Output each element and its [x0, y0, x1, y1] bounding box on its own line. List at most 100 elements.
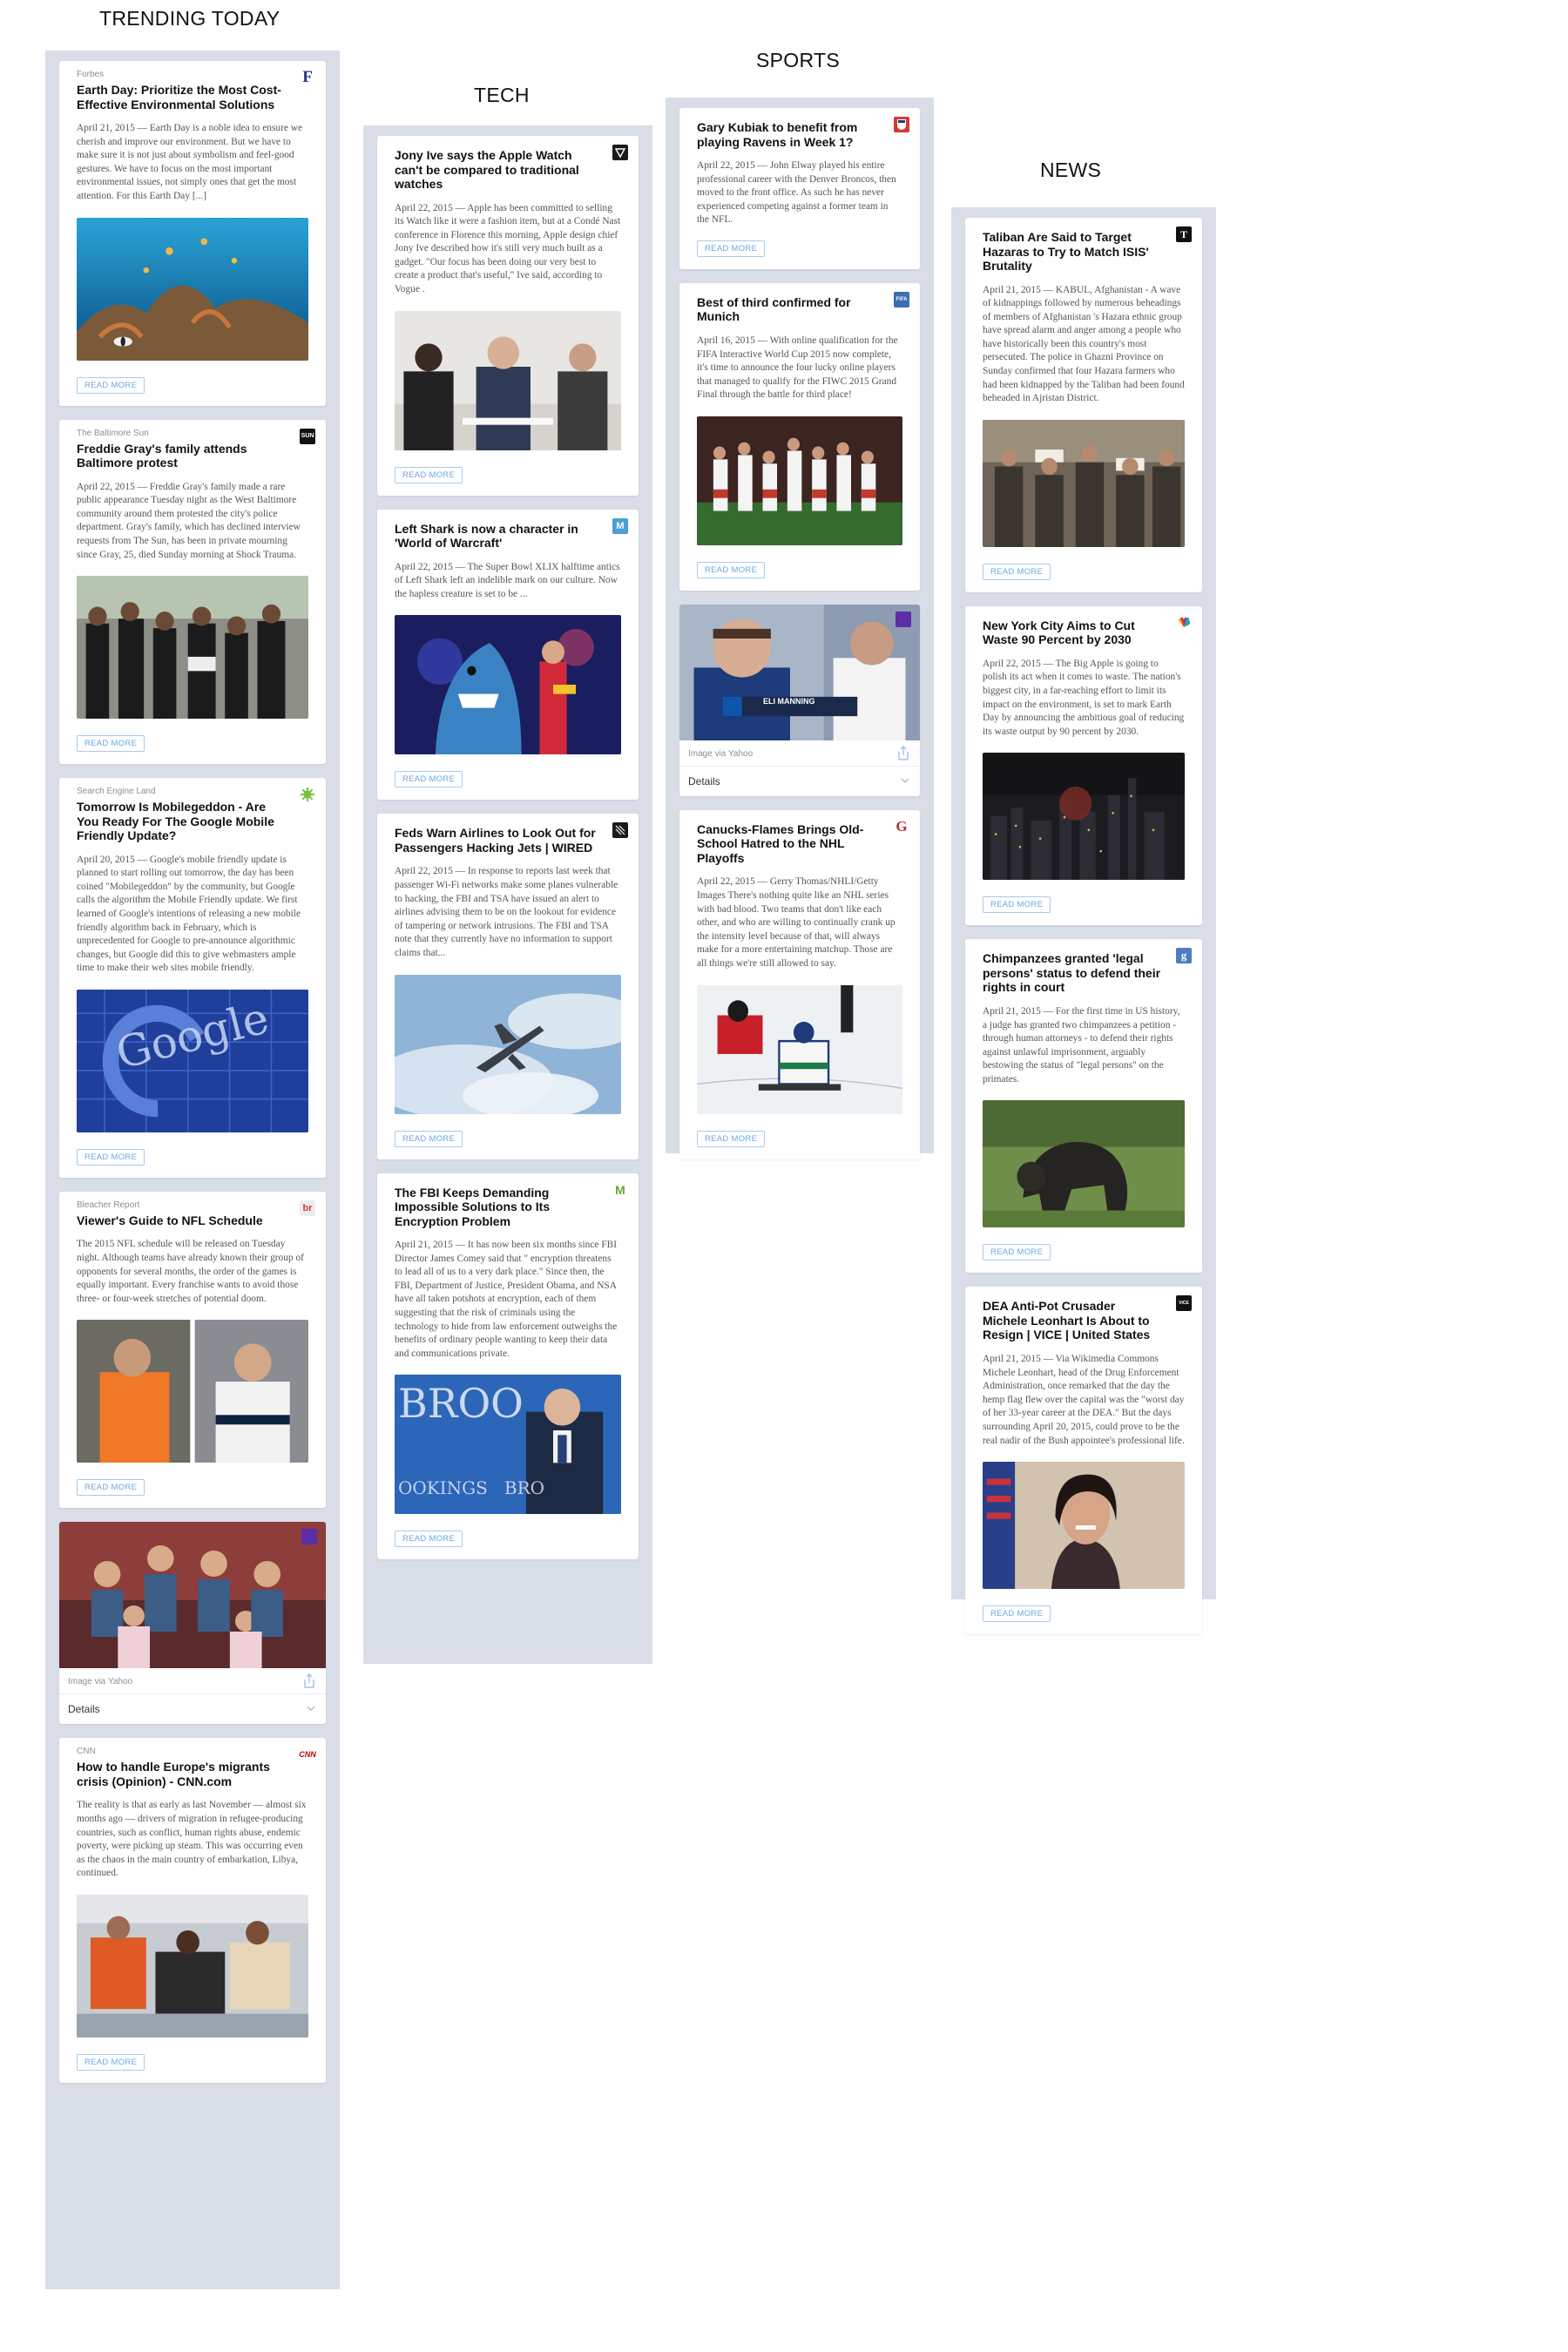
read-more-button[interactable]: READ MORE — [77, 376, 145, 394]
bleacher-report-logo-icon: br — [300, 1200, 315, 1216]
article-photo: Google — [77, 989, 308, 1132]
article-photo — [77, 1320, 308, 1463]
article-headline[interactable]: Viewer's Guide to NFL Schedule — [77, 1213, 308, 1228]
article-card[interactable]: FIFA Best of third confirmed for Munich … — [679, 282, 920, 591]
article-summary: April 21, 2015 — It has now been six mon… — [395, 1240, 618, 1359]
article-headline[interactable]: How to handle Europe's migrants crisis (… — [77, 1760, 308, 1788]
article-headline[interactable]: Tomorrow Is Mobilegeddon - Are You Ready… — [77, 800, 308, 843]
column-trending: Forbes F Earth Day: Prioritize the Most … — [45, 51, 340, 2289]
article-card[interactable]: The Baltimore Sun SUN Freddie Gray's fam… — [59, 419, 326, 765]
column-tech: Jony Ive says the Apple Watch can't be c… — [363, 125, 652, 1664]
read-more-button[interactable]: READ MORE — [395, 1531, 463, 1548]
details-toggle[interactable]: Details — [679, 767, 920, 796]
article-card[interactable]: T Taliban Are Said to Target Hazaras to … — [965, 218, 1202, 592]
article-summary: April 22, 2015 — The Super Bowl XLIX hal… — [395, 561, 620, 599]
article-headline[interactable]: Jony Ive says the Apple Watch can't be c… — [395, 148, 621, 192]
article-card[interactable]: Forbes F Earth Day: Prioritize the Most … — [59, 61, 326, 406]
yahoo-photo: ELI MANNING — [679, 604, 920, 740]
read-more-button[interactable]: READ MORE — [983, 1605, 1051, 1623]
photo-overlay-text: OOKINGS BRO — [398, 1477, 545, 1499]
read-more-button[interactable]: READ MORE — [77, 1479, 145, 1497]
yahoo-logo-icon — [896, 611, 911, 627]
read-more-button[interactable]: READ MORE — [983, 563, 1051, 580]
read-more-button[interactable]: READ MORE — [697, 1130, 766, 1147]
details-toggle[interactable]: Details — [59, 1694, 326, 1724]
photo-overlay-text: BROO — [398, 1380, 524, 1428]
article-photo — [983, 1462, 1185, 1590]
article-photo — [983, 419, 1185, 547]
article-headline[interactable]: Freddie Gray's family attends Baltimore … — [77, 442, 308, 470]
article-summary: April 22, 2015 — Gerry Thomas/NHLI/Getty… — [697, 876, 896, 969]
read-more-button[interactable]: READ MORE — [77, 1148, 145, 1166]
article-summary: April 22, 2015 — The Big Apple is going … — [983, 658, 1185, 737]
article-card[interactable]: g Chimpanzees granted 'legal persons' st… — [965, 939, 1202, 1274]
read-more-button[interactable]: READ MORE — [395, 771, 463, 788]
share-icon[interactable] — [897, 746, 909, 761]
article-card[interactable]: Bleacher Report br Viewer's Guide to NFL… — [59, 1191, 326, 1509]
article-card[interactable]: Jony Ive says the Apple Watch can't be c… — [377, 136, 639, 496]
read-more-button[interactable]: READ MORE — [983, 1244, 1051, 1261]
article-photo — [697, 984, 902, 1114]
article-headline[interactable]: Best of third confirmed for Munich — [697, 295, 902, 324]
verge-logo-icon — [612, 145, 628, 160]
read-more-button[interactable]: READ MORE — [77, 735, 145, 753]
vice-logo-icon: VICE — [1176, 1295, 1192, 1312]
guardian-logo-icon: g — [1176, 948, 1192, 964]
image-card[interactable]: Image via Yahoo Details — [59, 1522, 326, 1725]
nbc-logo-icon — [1176, 614, 1192, 631]
article-photo: BROO OOKINGS BRO — [395, 1375, 621, 1515]
tv-ticker: ELI MANNING — [763, 696, 815, 706]
article-card[interactable]: Feds Warn Airlines to Look Out for Passe… — [377, 814, 639, 1159]
article-summary: April 21, 2015 — KABUL, Afghanistan - A … — [983, 284, 1185, 404]
column-title-sports: SPORTS — [756, 49, 840, 71]
search-engine-land-logo-icon — [300, 787, 315, 803]
article-source: Forbes — [77, 70, 105, 79]
read-more-button[interactable]: READ MORE — [395, 1130, 463, 1147]
article-photo — [77, 217, 308, 361]
article-card[interactable]: M The FBI Keeps Demanding Impossible Sol… — [377, 1173, 639, 1560]
article-card[interactable]: VICE DEA Anti-Pot Crusader Michele Leonh… — [965, 1287, 1202, 1635]
article-card[interactable]: CNN CNN How to handle Europe's migrants … — [59, 1738, 326, 2083]
image-caption: Image via Yahoo — [59, 1668, 326, 1695]
article-headline[interactable]: Canucks-Flames Brings Old-School Hatred … — [697, 822, 902, 866]
article-card[interactable]: M Left Shark is now a character in 'Worl… — [377, 509, 639, 801]
share-icon[interactable] — [303, 1673, 315, 1689]
article-card[interactable]: Gary Kubiak to benefit from playing Rave… — [679, 108, 920, 269]
article-headline[interactable]: Chimpanzees granted 'legal persons' stat… — [983, 951, 1185, 995]
article-summary: April 22, 2015 — John Elway played his e… — [697, 160, 896, 226]
article-headline[interactable]: Earth Day: Prioritize the Most Cost-Effe… — [77, 83, 308, 112]
column-news: T Taliban Are Said to Target Hazaras to … — [951, 207, 1216, 1635]
article-source: Search Engine Land — [77, 787, 156, 797]
article-headline[interactable]: Gary Kubiak to benefit from playing Rave… — [697, 120, 902, 149]
article-photo — [77, 1895, 308, 2038]
article-card[interactable]: G Canucks-Flames Brings Old-School Hatre… — [679, 809, 920, 1159]
yahoo-logo-icon — [301, 1529, 317, 1545]
read-more-button[interactable]: READ MORE — [697, 240, 766, 257]
article-headline[interactable]: New York City Aims to Cut Waste 90 Perce… — [983, 618, 1185, 647]
article-summary: April 16, 2015 — With online qualificati… — [697, 335, 898, 401]
read-more-button[interactable]: READ MORE — [983, 896, 1051, 914]
article-source: CNN — [77, 1747, 96, 1757]
image-card[interactable]: ELI MANNING Image via Yahoo Details — [679, 604, 920, 796]
article-summary: April 20, 2015 — Google's mobile friendl… — [77, 854, 301, 974]
article-headline[interactable]: Feds Warn Airlines to Look Out for Passe… — [395, 826, 621, 855]
article-card[interactable]: New York City Aims to Cut Waste 90 Perce… — [965, 605, 1202, 926]
column-title-trending: TRENDING TODAY — [99, 7, 280, 30]
article-summary: April 22, 2015 — Apple has been committe… — [395, 202, 621, 295]
article-headline[interactable]: DEA Anti-Pot Crusader Michele Leonhart I… — [983, 1299, 1185, 1342]
grantland-logo-icon: G — [894, 818, 909, 835]
article-summary: April 21, 2015 — For the first time in U… — [983, 1005, 1180, 1085]
article-headline[interactable]: Taliban Are Said to Target Hazaras to Tr… — [983, 230, 1185, 274]
article-card[interactable]: Search Engine Land Tomorrow Is Mobileged… — [59, 778, 326, 1178]
cnn-logo-icon: CNN — [299, 1747, 316, 1763]
chevron-down-icon — [307, 1707, 315, 1712]
article-headline[interactable]: The FBI Keeps Demanding Impossible Solut… — [395, 1186, 621, 1229]
read-more-button[interactable]: READ MORE — [77, 2054, 145, 2071]
article-headline[interactable]: Left Shark is now a character in 'World … — [395, 522, 621, 551]
chevron-down-icon — [901, 778, 909, 783]
article-summary: April 21, 2015 — Via Wikimedia Commons M… — [983, 1353, 1185, 1446]
image-caption: Image via Yahoo — [679, 740, 920, 767]
read-more-button[interactable]: READ MORE — [697, 561, 766, 578]
nytimes-logo-icon: T — [1176, 226, 1192, 242]
read-more-button[interactable]: READ MORE — [395, 466, 463, 483]
